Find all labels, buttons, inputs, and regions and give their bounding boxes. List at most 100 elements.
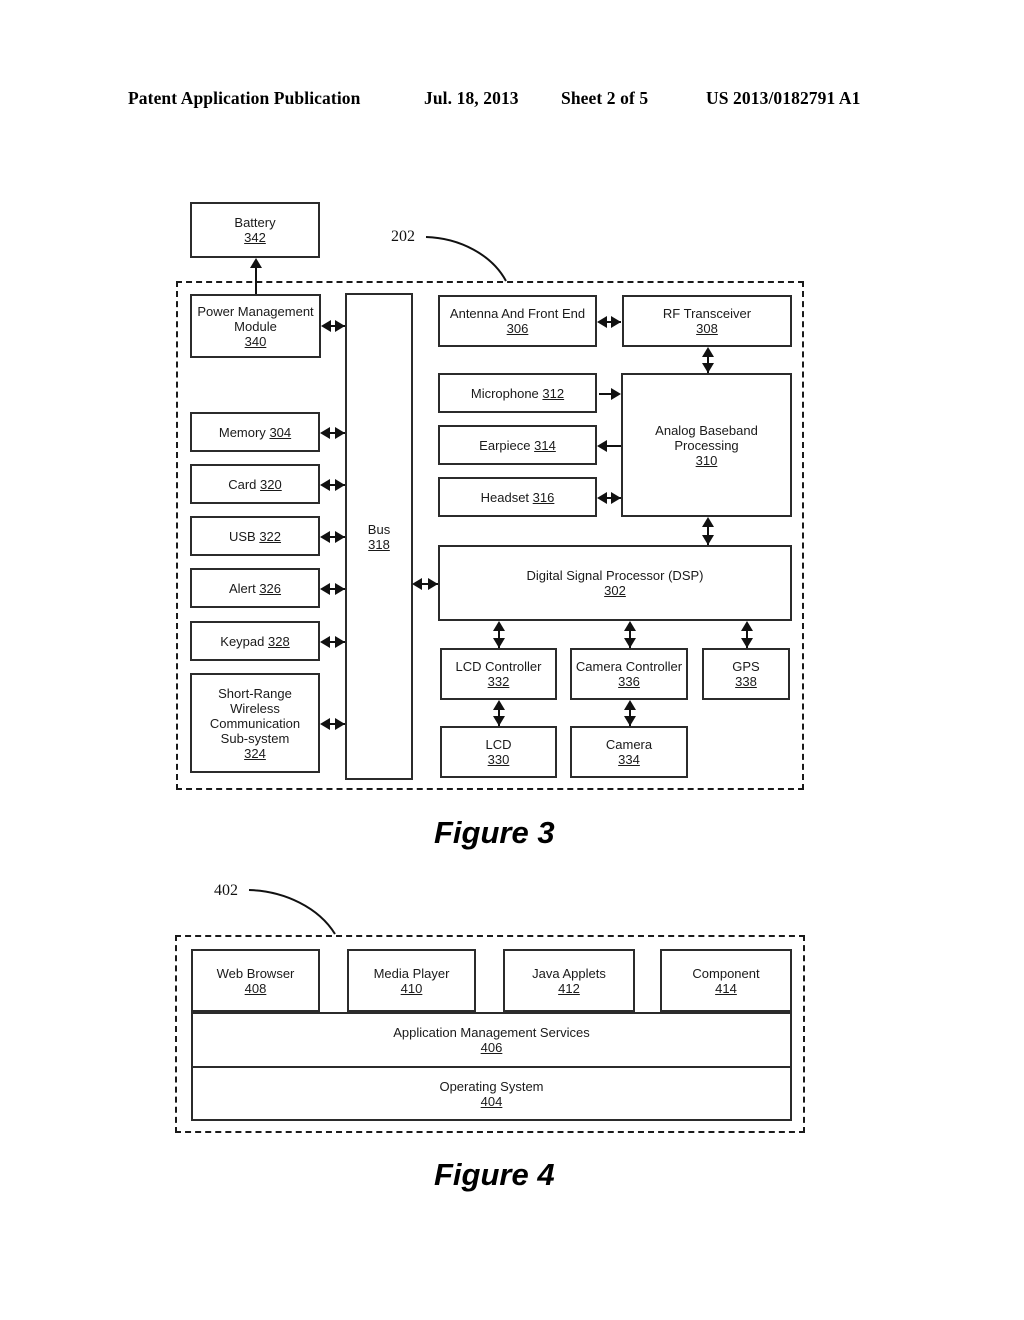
block-lcd-controller: LCD Controller 332 xyxy=(440,648,557,700)
block-alert: Alert 326 xyxy=(190,568,320,608)
block-card-label: Card xyxy=(228,476,257,492)
block-analog-baseband-label-2: Processing xyxy=(674,437,739,453)
block-media-player-label: Media Player xyxy=(373,965,450,981)
block-web-browser-label: Web Browser xyxy=(216,965,295,981)
figure4-caption: Figure 4 xyxy=(434,1157,555,1192)
arrowhead-dsp-lcdctrl-down xyxy=(493,638,505,648)
block-memory-text: Memory 304 xyxy=(219,425,291,440)
block-analog-baseband-label-1: Analog Baseband xyxy=(655,422,758,438)
arrowhead-antenna-rf-right xyxy=(611,316,621,328)
block-short-range-label-1: Short-Range xyxy=(218,685,292,701)
block-microphone-label: Microphone xyxy=(470,385,539,401)
arrowhead-bus-dsp-left xyxy=(412,578,422,590)
figure3-ref-202-leader xyxy=(425,236,507,282)
page-header: Patent Application Publication Jul. 18, … xyxy=(0,88,1024,114)
block-battery: Battery 342 xyxy=(190,202,320,258)
arrowhead-headset-baseband-left xyxy=(597,492,607,504)
block-short-range-label-2: Wireless xyxy=(230,700,280,716)
block-short-range-label-3: Communication xyxy=(209,715,301,731)
block-camera: Camera 334 xyxy=(570,726,688,778)
block-rf-transceiver-label: RF Transceiver xyxy=(662,306,752,321)
block-usb-label: USB xyxy=(228,528,256,544)
arrowhead-microphone-baseband xyxy=(611,388,621,400)
block-microphone-ref: 312 xyxy=(542,385,565,401)
block-camera-controller-ref: 336 xyxy=(618,674,640,689)
block-lcd-controller-ref: 332 xyxy=(487,674,510,689)
block-keypad-label: Keypad xyxy=(220,633,265,649)
block-operating-system-ref: 404 xyxy=(480,1093,503,1109)
block-camera-ref: 334 xyxy=(618,752,640,767)
arrowhead-short-range-bus-right xyxy=(335,718,345,730)
arrowhead-camctrl-camera-up xyxy=(624,700,636,710)
block-headset: Headset 316 xyxy=(438,477,597,517)
arrowhead-power-bus-right xyxy=(335,320,345,332)
block-headset-ref: 316 xyxy=(532,489,555,505)
block-headset-text: Headset 316 xyxy=(481,490,555,505)
block-battery-ref: 342 xyxy=(244,230,266,245)
block-keypad-ref: 328 xyxy=(268,633,290,649)
block-bus-label: Bus xyxy=(367,521,391,537)
block-camera-controller: Camera Controller 336 xyxy=(570,648,688,700)
arrowhead-camctrl-camera-down xyxy=(624,716,636,726)
block-battery-label: Battery xyxy=(234,215,276,230)
block-headset-label: Headset xyxy=(480,489,530,505)
arrowhead-power-bus-left xyxy=(321,320,331,332)
figure3-ref-202-label: 202 xyxy=(391,228,415,245)
block-alert-text: Alert 326 xyxy=(229,581,281,596)
block-gps: GPS 338 xyxy=(702,648,790,700)
arrowhead-keypad-bus-left xyxy=(320,636,330,648)
block-bus: Bus 318 xyxy=(345,293,413,780)
block-java-applets-ref: 412 xyxy=(558,980,580,996)
block-card-ref: 320 xyxy=(260,476,282,492)
block-operating-system-label: Operating System xyxy=(439,1078,544,1094)
header-sheet-number: Sheet 2 of 5 xyxy=(561,88,649,108)
arrowhead-dsp-gps-up xyxy=(741,621,753,631)
block-rf-transceiver-ref: 308 xyxy=(696,321,718,336)
block-power-management-label-1: Power Management xyxy=(197,303,314,319)
arrowhead-card-bus-left xyxy=(320,479,330,491)
block-web-browser-ref: 408 xyxy=(244,980,267,996)
arrowhead-short-range-bus-left xyxy=(320,718,330,730)
block-gps-label: GPS xyxy=(732,659,760,674)
figure4-ref-402-leader xyxy=(248,889,336,935)
block-application-management-services: Application Management Services 406 xyxy=(191,1012,792,1068)
header-publication: Patent Application Publication xyxy=(128,88,361,108)
block-analog-baseband-ref: 310 xyxy=(695,452,718,468)
block-dsp-label: Digital Signal Processor (DSP) xyxy=(526,568,704,583)
arrowhead-rf-baseband-down xyxy=(702,363,714,373)
block-bus-ref: 318 xyxy=(368,536,390,552)
block-dsp-ref: 302 xyxy=(604,583,626,598)
block-alert-ref: 326 xyxy=(259,580,282,596)
arrowhead-bus-dsp-right xyxy=(428,578,438,590)
block-usb-ref: 322 xyxy=(259,528,282,544)
arrowhead-power-to-battery xyxy=(250,258,262,268)
block-microphone: Microphone 312 xyxy=(438,373,597,413)
header-date: Jul. 18, 2013 xyxy=(424,88,519,108)
arrowhead-memory-bus-left xyxy=(320,427,330,439)
block-antenna-front-end: Antenna And Front End 306 xyxy=(438,295,597,347)
block-lcd: LCD 330 xyxy=(440,726,557,778)
block-power-management-ref: 340 xyxy=(244,333,267,349)
block-memory: Memory 304 xyxy=(190,412,320,452)
block-short-range-ref: 324 xyxy=(244,745,266,761)
block-camera-controller-label: Camera Controller xyxy=(575,659,683,674)
arrowhead-dsp-camctrl-up xyxy=(624,621,636,631)
arrowhead-dsp-camctrl-down xyxy=(624,638,636,648)
block-camera-label: Camera xyxy=(605,737,653,752)
block-web-browser: Web Browser 408 xyxy=(191,949,320,1012)
arrowhead-usb-bus-right xyxy=(335,531,345,543)
block-card: Card 320 xyxy=(190,464,320,504)
arrowhead-keypad-bus-right xyxy=(335,636,345,648)
arrowhead-dsp-gps-down xyxy=(741,638,753,648)
block-usb: USB 322 xyxy=(190,516,320,556)
arrowhead-lcdctrl-lcd-down xyxy=(493,716,505,726)
block-media-player: Media Player 410 xyxy=(347,949,476,1012)
arrowhead-baseband-dsp-down xyxy=(702,535,714,545)
header-patent-number: US 2013/0182791 A1 xyxy=(706,88,861,108)
arrowhead-antenna-rf-left xyxy=(597,316,607,328)
block-lcd-label: LCD xyxy=(485,737,512,752)
arrowhead-headset-baseband-right xyxy=(611,492,621,504)
block-keypad-text: Keypad 328 xyxy=(220,634,289,649)
block-app-mgmt-ref: 406 xyxy=(480,1040,503,1055)
block-app-mgmt-label: Application Management Services xyxy=(393,1025,590,1040)
